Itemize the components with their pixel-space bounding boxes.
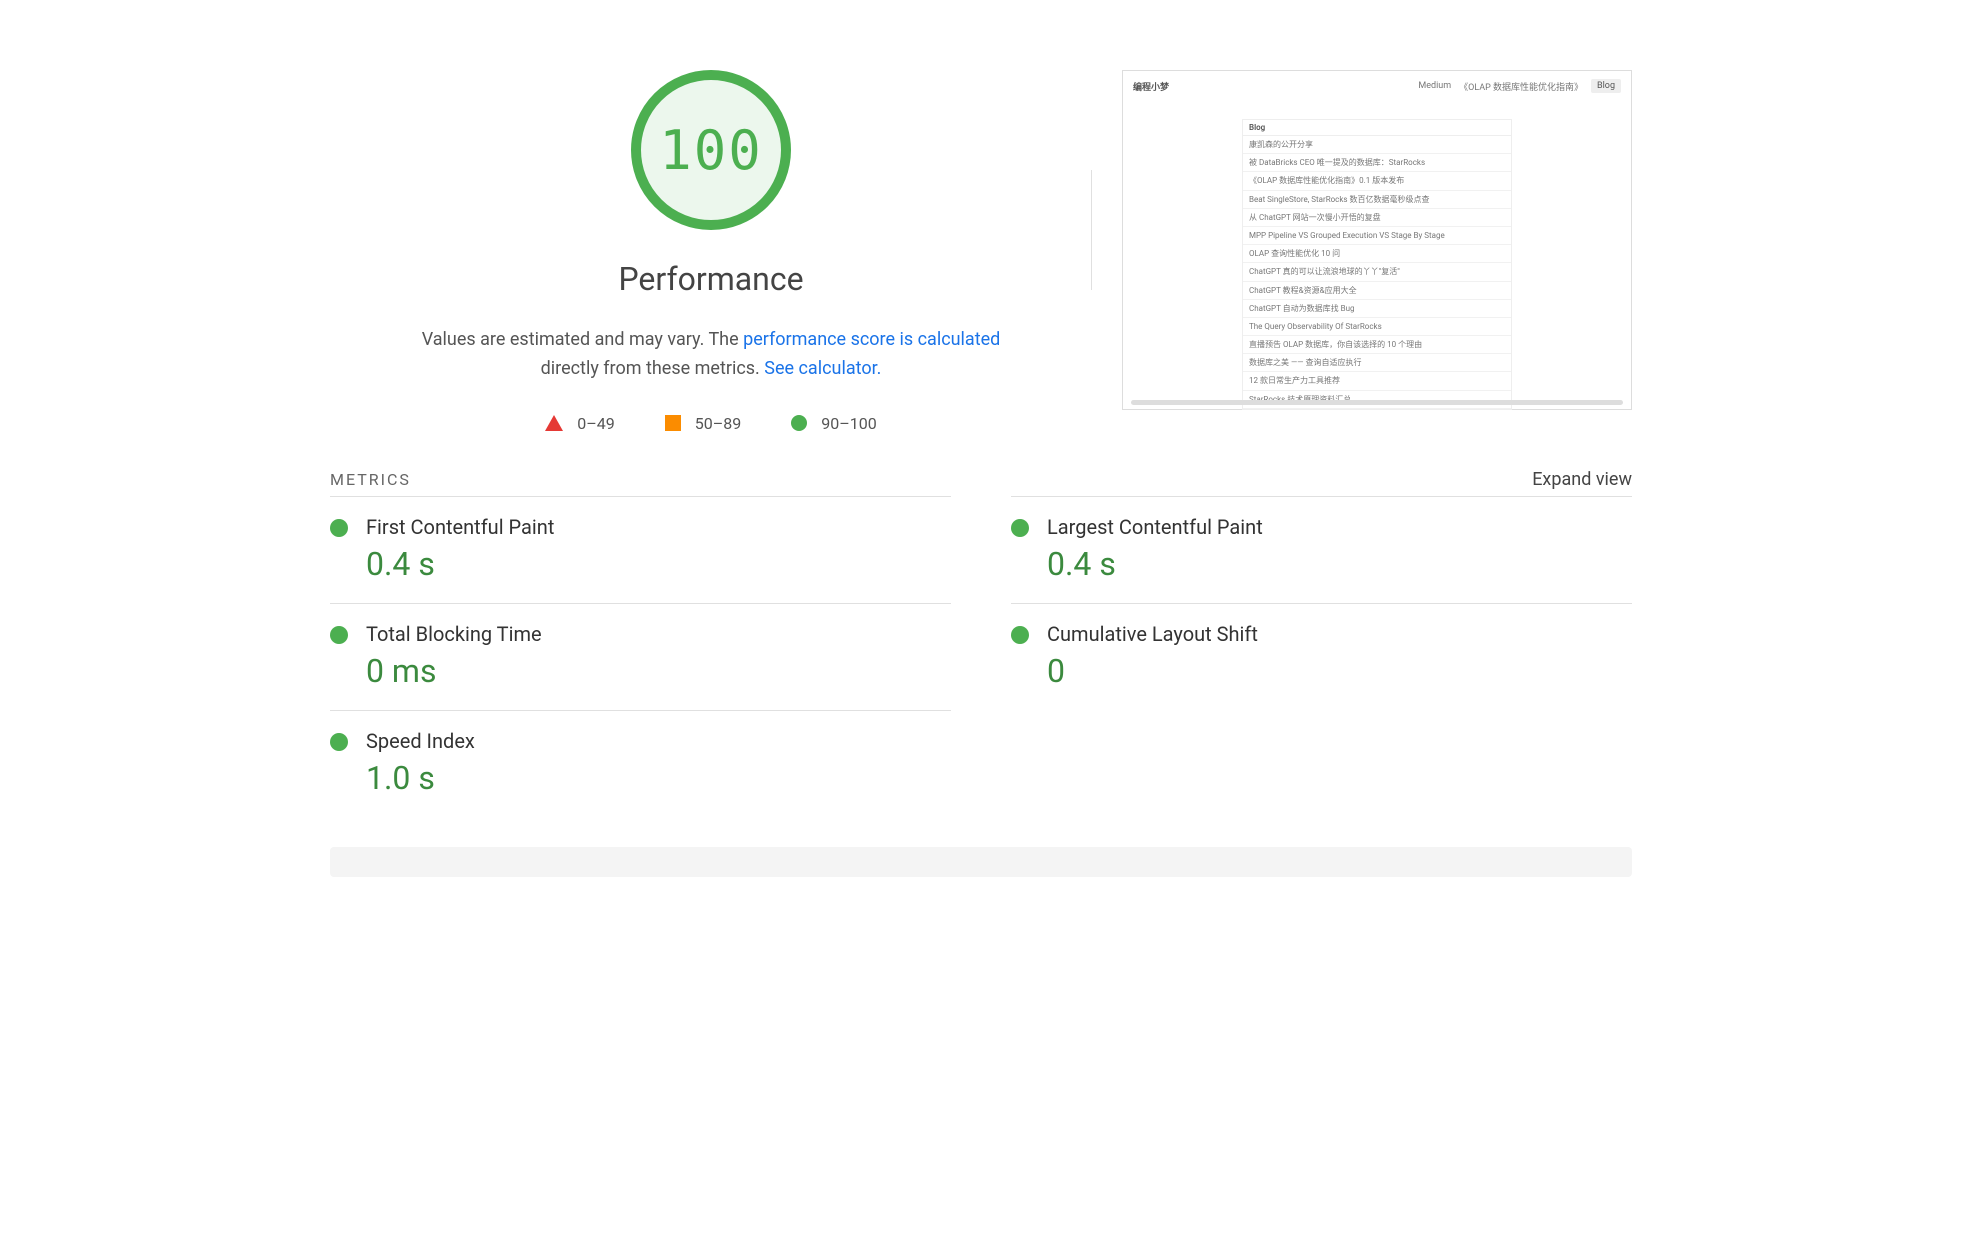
metric-cell[interactable]: Total Blocking Time 0 ms xyxy=(330,603,951,710)
performance-title: Performance xyxy=(618,260,803,298)
thumb-list-title: Blog xyxy=(1243,120,1511,136)
thumb-header: 编程小梦 Medium 《OLAP 数据库性能优化指南》 Blog xyxy=(1133,79,1621,99)
metrics-title: METRICS xyxy=(330,470,411,489)
metric-text: First Contentful Paint 0.4 s xyxy=(366,515,554,583)
thumb-list-item: ChatGPT 真的可以让流浪地球的丫丫"复活" xyxy=(1243,263,1511,281)
desc-middle: directly from these metrics. xyxy=(541,358,765,379)
circle-green-icon xyxy=(791,415,807,431)
metric-cell[interactable]: Cumulative Layout Shift 0 xyxy=(1011,603,1632,710)
metric-text: Largest Contentful Paint 0.4 s xyxy=(1047,515,1263,583)
thumb-list-item: 被 DataBricks CEO 唯一提及的数据库：StarRocks xyxy=(1243,154,1511,172)
circle-green-icon xyxy=(330,519,348,537)
square-orange-icon xyxy=(665,415,681,431)
legend-pass-label: 90–100 xyxy=(821,414,876,433)
thumb-list-item: 12 款日常生产力工具推荐 xyxy=(1243,372,1511,390)
thumb-brand: 编程小梦 xyxy=(1133,80,1169,93)
top-row: 100 Performance Values are estimated and… xyxy=(330,30,1632,433)
expand-view-button[interactable]: Expand view xyxy=(1532,469,1632,490)
metric-label: Cumulative Layout Shift xyxy=(1047,622,1258,646)
score-panel: 100 Performance Values are estimated and… xyxy=(330,30,1092,433)
thumb-list-item: 从 ChatGPT 网站一次慢小开悟的复盘 xyxy=(1243,209,1511,227)
gauge-score: 100 xyxy=(659,119,763,182)
thumb-nav-medium: Medium xyxy=(1418,81,1451,91)
score-legend: 0–49 50–89 90–100 xyxy=(545,414,876,433)
thumb-list-item: ChatGPT 教程&资源&应用大全 xyxy=(1243,282,1511,300)
thumb-nav: Medium 《OLAP 数据库性能优化指南》 Blog xyxy=(1418,79,1621,93)
triangle-red-icon xyxy=(545,415,563,431)
metrics-header: METRICS Expand view xyxy=(330,463,1632,496)
metric-text: Total Blocking Time 0 ms xyxy=(366,622,542,690)
thumb-scrollbar xyxy=(1131,400,1623,405)
thumb-nav-book: 《OLAP 数据库性能优化指南》 xyxy=(1459,80,1583,93)
circle-green-icon xyxy=(1011,626,1029,644)
circle-green-icon xyxy=(330,626,348,644)
metric-label: Total Blocking Time xyxy=(366,622,542,646)
thumb-list-item: The Query Observability Of StarRocks xyxy=(1243,318,1511,336)
metric-label: Speed Index xyxy=(366,729,475,753)
thumb-list: Blog 康凯森的公开分享被 DataBricks CEO 唯一提及的数据库：S… xyxy=(1242,119,1512,410)
thumb-list-item: 《OLAP 数据库性能优化指南》0.1 版本发布 xyxy=(1243,172,1511,190)
legend-fail: 0–49 xyxy=(545,414,614,433)
metric-cell[interactable]: First Contentful Paint 0.4 s xyxy=(330,496,951,603)
thumb-list-item: 康凯森的公开分享 xyxy=(1243,136,1511,154)
metric-label: Largest Contentful Paint xyxy=(1047,515,1263,539)
metric-text: Speed Index 1.0 s xyxy=(366,729,475,797)
metric-label: First Contentful Paint xyxy=(366,515,554,539)
thumb-list-item: OLAP 查询性能优化 10 问 xyxy=(1243,245,1511,263)
thumb-list-item: Beat SingleStore, StarRocks 数百亿数据毫秒级点查 xyxy=(1243,191,1511,209)
thumb-list-item: 数据库之美 —— 查询自适应执行 xyxy=(1243,354,1511,372)
report-container: 100 Performance Values are estimated and… xyxy=(300,0,1662,877)
desc-prefix: Values are estimated and may vary. The xyxy=(422,329,743,350)
legend-fail-label: 0–49 xyxy=(577,414,614,433)
metric-cell[interactable]: Largest Contentful Paint 0.4 s xyxy=(1011,496,1632,603)
metric-cell[interactable]: Speed Index 1.0 s xyxy=(330,710,951,817)
see-calculator-link[interactable]: See calculator. xyxy=(764,358,881,379)
metric-value: 0.4 s xyxy=(366,545,554,583)
metric-value: 1.0 s xyxy=(366,759,475,797)
bottom-area xyxy=(330,847,1632,877)
performance-gauge: 100 xyxy=(631,70,791,230)
legend-average-label: 50–89 xyxy=(695,414,741,433)
circle-green-icon xyxy=(330,733,348,751)
thumb-list-item: MPP Pipeline VS Grouped Execution VS Sta… xyxy=(1243,227,1511,245)
legend-average: 50–89 xyxy=(665,414,741,433)
score-calculated-link[interactable]: performance score is calculated xyxy=(743,329,1000,350)
metric-value: 0 xyxy=(1047,652,1258,690)
thumb-list-item: 直播预告 OLAP 数据库，你自该选择的 10 个理由 xyxy=(1243,336,1511,354)
legend-pass: 90–100 xyxy=(791,414,876,433)
performance-description: Values are estimated and may vary. The p… xyxy=(411,326,1011,384)
thumb-nav-blog: Blog xyxy=(1591,79,1621,93)
metric-value: 0.4 s xyxy=(1047,545,1263,583)
thumb-body: Blog 康凯森的公开分享被 DataBricks CEO 唯一提及的数据库：S… xyxy=(1133,99,1621,410)
thumb-list-item: ChatGPT 自动为数据库找 Bug xyxy=(1243,300,1511,318)
metric-text: Cumulative Layout Shift 0 xyxy=(1047,622,1258,690)
circle-green-icon xyxy=(1011,519,1029,537)
metrics-grid: First Contentful Paint0.4 sLargest Conte… xyxy=(330,496,1632,817)
metric-value: 0 ms xyxy=(366,652,542,690)
screenshot-panel: 编程小梦 Medium 《OLAP 数据库性能优化指南》 Blog Blog 康… xyxy=(1122,30,1632,410)
page-screenshot-thumbnail: 编程小梦 Medium 《OLAP 数据库性能优化指南》 Blog Blog 康… xyxy=(1122,70,1632,410)
